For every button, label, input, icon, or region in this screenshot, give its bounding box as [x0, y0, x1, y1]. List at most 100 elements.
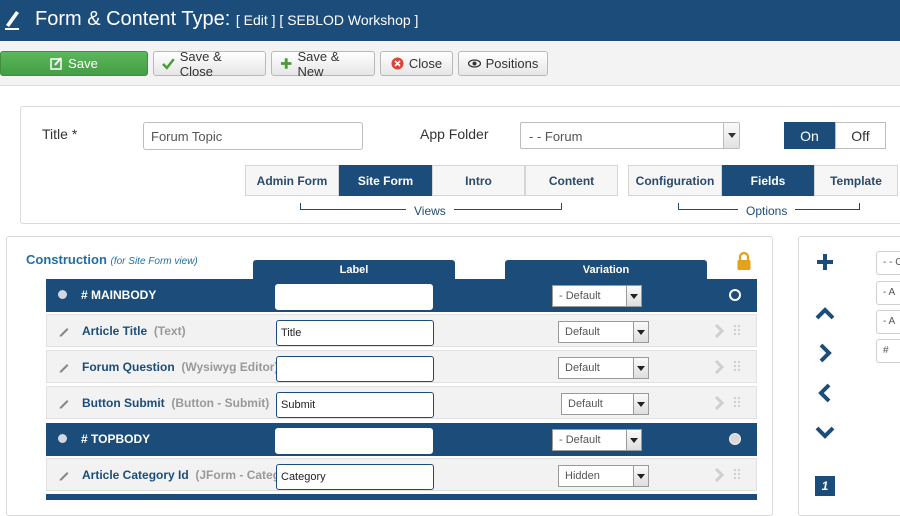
drag-handle-icon[interactable] [733, 396, 743, 410]
close-button[interactable]: Close [380, 51, 453, 76]
variation-value: - Default [559, 290, 601, 302]
tab-intro[interactable]: Intro [432, 165, 525, 196]
pencil-icon[interactable] [58, 361, 70, 373]
variation-value: Default [568, 398, 603, 410]
construction-subtitle: (for Site Form view) [110, 256, 198, 267]
variation-select[interactable]: - Default [552, 429, 642, 451]
column-label-header: Label [253, 260, 455, 279]
field-type: (Text) [153, 324, 186, 338]
pencil-icon[interactable] [58, 397, 70, 409]
field-type: (Wysiwyg Editor) [181, 360, 279, 374]
field-row[interactable]: Article Title (Text) Title Default [46, 314, 757, 347]
chevron-down-icon [626, 286, 641, 306]
drag-handle-icon[interactable] [733, 360, 743, 374]
position-dot-icon [58, 290, 67, 299]
required-mark: * [71, 126, 78, 142]
field-row[interactable]: Article Category Id (JForm - Categ Categ… [46, 458, 757, 491]
construction-title: Construction (for Site Form view) [26, 252, 198, 267]
eye-icon [467, 59, 481, 68]
pen-icon [5, 11, 19, 30]
title-label-text: Title [42, 126, 68, 142]
options-caption: Options [738, 204, 796, 218]
field-label-input[interactable]: Title [276, 320, 434, 346]
radio-icon[interactable] [729, 433, 741, 445]
lock-icon[interactable] [736, 251, 752, 271]
chevron-down-icon [633, 322, 648, 342]
page-header: Form & Content Type: [ Edit ] [ SEBLOD W… [0, 0, 900, 41]
variation-select[interactable]: Default [558, 321, 649, 343]
page-number-badge[interactable]: 1 [815, 476, 835, 496]
position-row-topbody[interactable]: # TOPBODY - Default [46, 423, 757, 456]
variation-select[interactable]: - Default [552, 285, 642, 307]
tab-admin-form[interactable]: Admin Form [245, 165, 339, 196]
side-input[interactable]: # [876, 339, 900, 363]
field-row[interactable]: Button Submit (Button - Submit) Submit D… [46, 386, 757, 419]
chevron-left-icon[interactable] [815, 383, 835, 403]
tab-content[interactable]: Content [525, 165, 618, 196]
app-folder-select[interactable]: - - Forum [520, 122, 740, 149]
page-title-text: Form & Content Type: [35, 8, 231, 30]
chevron-up-icon[interactable] [815, 304, 835, 324]
field-type: (Button - Submit) [171, 396, 270, 410]
positions-button[interactable]: Positions [458, 51, 548, 76]
radio-icon[interactable] [729, 289, 741, 301]
tab-fields[interactable]: Fields [722, 165, 814, 196]
variation-select[interactable]: Default [561, 393, 649, 415]
position-row-mainbody[interactable]: # MAINBODY - Default [46, 279, 757, 312]
field-label-input[interactable]: Category [276, 464, 434, 490]
variation-select[interactable]: Default [558, 357, 649, 379]
field-name: Button Submit [82, 396, 165, 410]
field-name: Article Title [82, 324, 148, 338]
toggle-off[interactable]: Off [835, 122, 886, 149]
save-button[interactable]: Save [0, 51, 148, 76]
variation-value: Hidden [565, 470, 600, 482]
check-icon [162, 58, 175, 70]
side-select[interactable]: - A [876, 281, 900, 305]
side-select[interactable]: - A [876, 310, 900, 334]
positions-label: Positions [485, 56, 539, 71]
chevron-down-icon [626, 430, 641, 450]
page-title: Form & Content Type: [ Edit ] [ SEBLOD W… [35, 8, 418, 31]
plus-icon[interactable] [815, 252, 835, 272]
position-label-input[interactable] [275, 284, 433, 310]
page-subtitle: [ Edit ] [ SEBLOD Workshop ] [235, 12, 419, 28]
chevron-right-icon[interactable] [714, 396, 724, 410]
construction-title-text: Construction [26, 252, 107, 267]
chevron-right-icon[interactable] [714, 360, 724, 374]
tab-template[interactable]: Template [814, 165, 898, 196]
title-label: Title * [42, 126, 77, 142]
position-name: # TOPBODY [81, 432, 151, 446]
save-close-button[interactable]: Save & Close [153, 48, 266, 79]
variation-value: - Default [559, 434, 601, 446]
chevron-down-icon[interactable] [815, 422, 835, 442]
side-panel [798, 236, 900, 516]
chevron-right-icon[interactable] [815, 343, 835, 363]
side-select[interactable]: - - C [876, 251, 900, 275]
field-label-input[interactable]: Submit [276, 392, 434, 418]
chevron-down-icon [633, 394, 648, 414]
drag-handle-icon[interactable] [733, 324, 743, 338]
variation-select[interactable]: Hidden [558, 465, 649, 487]
edit-icon [50, 57, 62, 70]
title-input[interactable]: Forum Topic [143, 122, 363, 150]
toggle-on[interactable]: On [784, 122, 835, 149]
plus-icon [280, 58, 292, 69]
pencil-icon[interactable] [58, 469, 70, 481]
tab-configuration[interactable]: Configuration [628, 165, 722, 196]
variation-value: Default [565, 326, 600, 338]
toolbar: Save Save & Close Save & New Close Posit… [0, 41, 900, 86]
pencil-icon[interactable] [58, 325, 70, 337]
drag-handle-icon[interactable] [733, 468, 743, 482]
position-dot-icon [58, 434, 67, 443]
save-new-button[interactable]: Save & New [271, 49, 375, 79]
chevron-right-icon[interactable] [714, 468, 724, 482]
views-caption: Views [406, 204, 454, 218]
position-label-input[interactable] [275, 428, 433, 454]
chevron-right-icon[interactable] [714, 324, 724, 338]
tab-site-form[interactable]: Site Form [339, 165, 432, 196]
field-row[interactable]: Forum Question (Wysiwyg Editor) Default [46, 350, 757, 383]
field-label-input[interactable] [276, 356, 434, 382]
variation-value: Default [565, 362, 600, 374]
field-name: Forum Question [82, 360, 175, 374]
save-close-label: Save & Close [179, 48, 222, 79]
